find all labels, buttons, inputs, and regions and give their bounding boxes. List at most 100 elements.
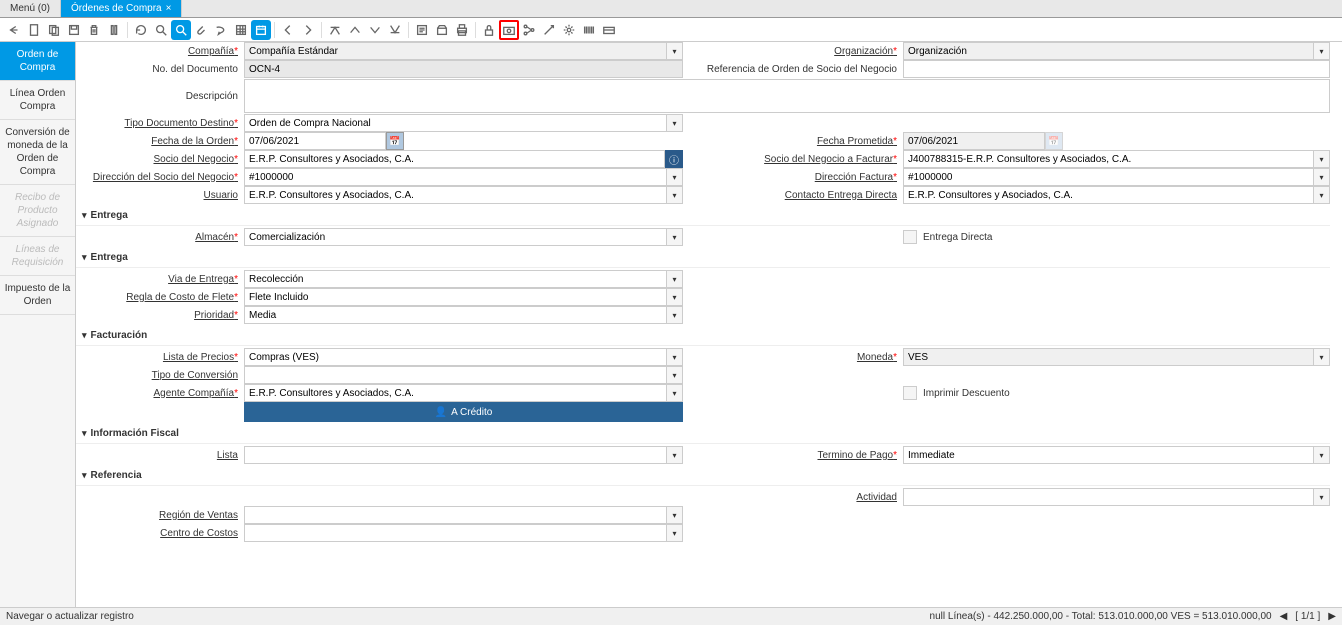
prioridad-field[interactable] <box>244 306 667 324</box>
usuario-field[interactable] <box>244 186 667 204</box>
card-icon[interactable] <box>599 20 619 40</box>
collapse-icon[interactable]: ▾ <box>82 428 87 439</box>
collapse-icon[interactable]: ▾ <box>82 252 87 263</box>
sidebar-item-impuesto-orden[interactable]: Impuesto de la Orden <box>0 276 75 315</box>
no-documento-field[interactable] <box>244 60 683 78</box>
undo-icon[interactable] <box>4 20 24 40</box>
info-icon[interactable]: ⓘ <box>665 150 683 168</box>
moneda-field[interactable] <box>903 348 1314 366</box>
sidebar-item-conversion-moneda[interactable]: Conversión de moneda de la Orden de Comp… <box>0 120 75 185</box>
chat-icon[interactable] <box>211 20 231 40</box>
tipo-conversion-field[interactable] <box>244 366 667 384</box>
snapshot-icon[interactable] <box>499 20 519 40</box>
agente-field[interactable] <box>244 384 667 402</box>
socio-facturar-field[interactable] <box>903 150 1314 168</box>
attachment-icon[interactable] <box>191 20 211 40</box>
dropdown-icon[interactable]: ▾ <box>667 114 683 132</box>
tab-menu[interactable]: Menú (0) <box>0 0 61 17</box>
gear-icon[interactable] <box>559 20 579 40</box>
dropdown-icon[interactable]: ▾ <box>667 288 683 306</box>
organizacion-field[interactable] <box>903 42 1314 60</box>
print-icon[interactable] <box>452 20 472 40</box>
next-icon[interactable] <box>298 20 318 40</box>
dropdown-icon[interactable]: ▾ <box>667 168 683 186</box>
fecha-prometida-field[interactable] <box>903 132 1045 150</box>
zoom-icon[interactable] <box>171 20 191 40</box>
dropdown-icon[interactable]: ▾ <box>1314 348 1330 366</box>
copy-icon[interactable] <box>44 20 64 40</box>
request-icon[interactable] <box>539 20 559 40</box>
delete-icon[interactable] <box>84 20 104 40</box>
descripcion-field[interactable] <box>244 79 1330 113</box>
contacto-field[interactable] <box>903 186 1314 204</box>
dropdown-icon[interactable]: ▾ <box>667 270 683 288</box>
calendar-icon[interactable] <box>251 20 271 40</box>
dropdown-icon[interactable]: ▾ <box>667 446 683 464</box>
tab-ordenes-compra[interactable]: Órdenes de Compra × <box>61 0 182 17</box>
sidebar-item-linea-orden[interactable]: Línea Orden Compra <box>0 81 75 120</box>
via-entrega-field[interactable] <box>244 270 667 288</box>
grid-icon[interactable] <box>231 20 251 40</box>
status-nav-next[interactable]: ▶ <box>1328 611 1336 622</box>
dropdown-icon[interactable]: ▾ <box>667 366 683 384</box>
dropdown-icon[interactable]: ▾ <box>1314 488 1330 506</box>
dropdown-icon[interactable]: ▾ <box>667 348 683 366</box>
dropdown-icon[interactable]: ▾ <box>667 42 683 60</box>
collapse-icon[interactable]: ▾ <box>82 330 87 341</box>
credit-icon: 👤 <box>435 407 447 418</box>
region-ventas-field[interactable] <box>244 506 667 524</box>
entrega-directa-checkbox[interactable] <box>903 230 917 244</box>
dropdown-icon[interactable]: ▾ <box>667 524 683 542</box>
dropdown-icon[interactable]: ▾ <box>1314 42 1330 60</box>
dir-factura-field[interactable] <box>903 168 1314 186</box>
page-down-icon[interactable] <box>365 20 385 40</box>
lista-field[interactable] <box>244 446 667 464</box>
archive-icon[interactable] <box>432 20 452 40</box>
report-icon[interactable] <box>412 20 432 40</box>
close-icon[interactable]: × <box>166 3 172 14</box>
last-icon[interactable] <box>385 20 405 40</box>
save-icon[interactable] <box>64 20 84 40</box>
regla-flete-field[interactable] <box>244 288 667 306</box>
dropdown-icon[interactable]: ▾ <box>1314 150 1330 168</box>
dropdown-icon[interactable]: ▾ <box>667 186 683 204</box>
prev-icon[interactable] <box>278 20 298 40</box>
dropdown-icon[interactable]: ▾ <box>1314 446 1330 464</box>
actividad-field[interactable] <box>903 488 1314 506</box>
dropdown-icon[interactable]: ▾ <box>1314 168 1330 186</box>
first-icon[interactable] <box>325 20 345 40</box>
fecha-orden-field[interactable] <box>244 132 386 150</box>
tab-current-label: Órdenes de Compra <box>71 3 162 14</box>
termino-pago-field[interactable] <box>903 446 1314 464</box>
collapse-icon[interactable]: ▾ <box>82 470 87 481</box>
dropdown-icon[interactable]: ▾ <box>667 306 683 324</box>
centro-costos-field[interactable] <box>244 524 667 542</box>
new-doc-icon[interactable] <box>24 20 44 40</box>
sidebar-item-orden-compra[interactable]: Orden de Compra <box>0 42 75 81</box>
dropdown-icon[interactable]: ▾ <box>1314 186 1330 204</box>
a-credito-button[interactable]: 👤 A Crédito <box>244 402 683 422</box>
refresh-icon[interactable] <box>131 20 151 40</box>
lista-precios-field[interactable] <box>244 348 667 366</box>
dropdown-icon[interactable]: ▾ <box>667 506 683 524</box>
lock-icon[interactable] <box>479 20 499 40</box>
label-region-ventas: Región de Ventas <box>76 510 244 521</box>
imprimir-descuento-checkbox[interactable] <box>903 386 917 400</box>
ref-socio-field[interactable] <box>903 60 1330 78</box>
separator <box>127 22 128 38</box>
almacen-field[interactable] <box>244 228 667 246</box>
remove-line-icon[interactable] <box>104 20 124 40</box>
tipo-doc-field[interactable] <box>244 114 667 132</box>
calendar-icon[interactable]: 📅 <box>386 132 404 150</box>
barcode-icon[interactable] <box>579 20 599 40</box>
search-icon[interactable] <box>151 20 171 40</box>
status-nav-prev[interactable]: ◀ <box>1280 611 1288 622</box>
workflow-icon[interactable] <box>519 20 539 40</box>
dropdown-icon[interactable]: ▾ <box>667 384 683 402</box>
collapse-icon[interactable]: ▾ <box>82 210 87 221</box>
compania-field[interactable] <box>244 42 667 60</box>
dir-socio-field[interactable] <box>244 168 667 186</box>
socio-field[interactable] <box>244 150 665 168</box>
page-up-icon[interactable] <box>345 20 365 40</box>
dropdown-icon[interactable]: ▾ <box>667 228 683 246</box>
